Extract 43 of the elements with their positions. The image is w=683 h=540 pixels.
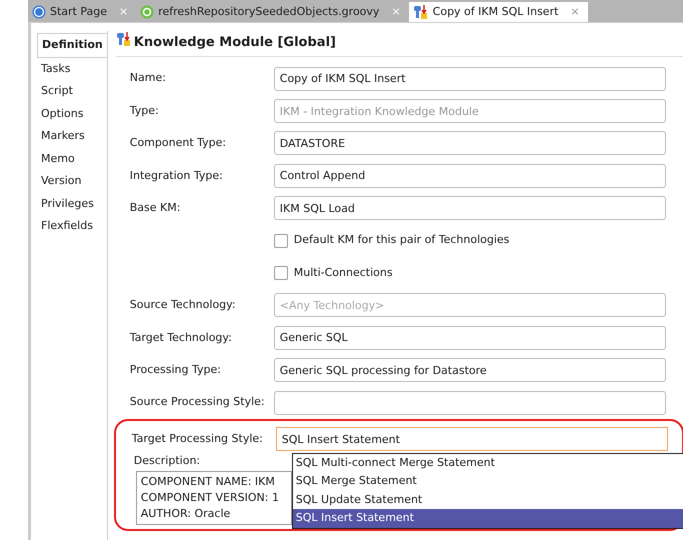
field-label: Name: (128, 70, 167, 86)
side-nav-item[interactable]: Flexfields (37, 215, 107, 238)
input-field[interactable] (274, 390, 666, 415)
side-nav-item[interactable]: Privileges (37, 192, 107, 215)
dropdown-field[interactable]: SQL Insert Statement (276, 426, 668, 451)
field-label: Type: (128, 102, 160, 119)
field-label: Description: (134, 454, 200, 467)
module-icon (412, 4, 429, 20)
module-icon (116, 31, 132, 47)
field-label: Target Processing Style: (130, 430, 264, 447)
editor-tab[interactable]: Start Page × (28, 2, 136, 22)
field-label: Target Technology: (128, 330, 233, 346)
side-nav-item[interactable]: Definition (37, 33, 107, 58)
help-icon (32, 5, 46, 19)
editor-tab[interactable]: Copy of IKM SQL Insert × (408, 2, 588, 22)
input-field[interactable]: Control Append (274, 164, 666, 188)
input-field[interactable]: Generic SQL (274, 326, 666, 350)
description-text: COMPONENT NAME: IKM COMPONENT VERSION: 1 AUTHOR: Oracle (136, 470, 292, 525)
field-label: Integration Type: (128, 168, 224, 184)
input-field[interactable]: <Any Technology> (274, 293, 666, 318)
input-field[interactable]: DATASTORE (274, 131, 666, 156)
checkbox[interactable] (274, 234, 288, 248)
field-label: Source Processing Style: (128, 394, 266, 410)
checkbox-label: Multi-Connections (294, 264, 393, 281)
module-title: Knowledge Module [Global] (134, 34, 336, 52)
side-nav-item[interactable]: Script (37, 80, 107, 102)
circle-icon (140, 5, 154, 19)
field-label: Source Technology: (128, 297, 237, 314)
input-field[interactable]: Generic SQL processing for Datastore (274, 358, 666, 382)
input-field[interactable]: Copy of IKM SQL Insert (274, 66, 666, 91)
dropdown-option[interactable]: SQL Insert Statement (292, 509, 683, 528)
side-nav-item[interactable]: Version (37, 170, 107, 192)
checkbox-label: Default KM for this pair of Technologies (294, 232, 510, 248)
field-label: Processing Type: (128, 362, 222, 378)
side-nav-item[interactable]: Options (37, 102, 107, 125)
field-label: Component Type: (128, 135, 228, 152)
side-nav-item[interactable]: Tasks (37, 58, 107, 80)
side-nav-item[interactable]: Memo (37, 148, 107, 170)
field-label: Base KM: (128, 200, 182, 216)
input-field[interactable]: IKM SQL Load (274, 196, 666, 220)
editor-tab[interactable]: refreshRepositorySeededObjects.groovy × (136, 2, 409, 22)
checkbox[interactable] (274, 266, 288, 280)
side-nav-item[interactable]: Markers (37, 125, 107, 148)
